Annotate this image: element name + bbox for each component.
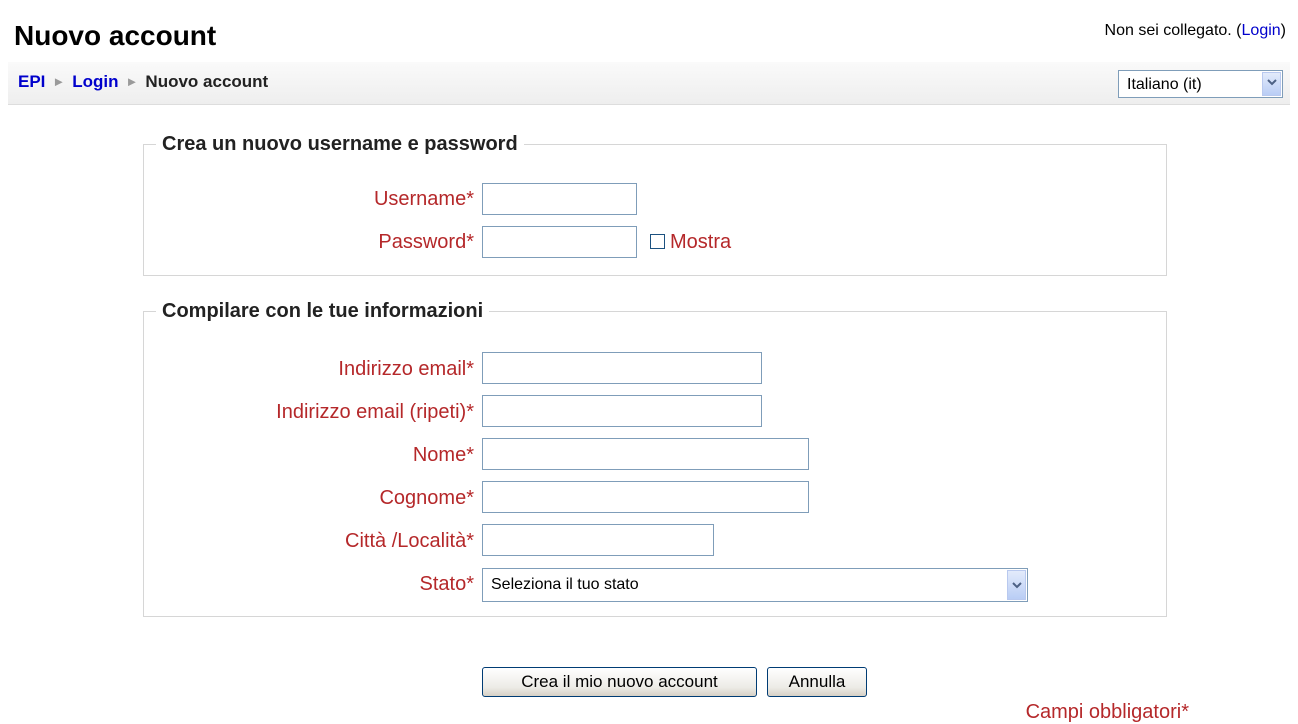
page-title: Nuovo account: [14, 20, 217, 51]
breadcrumb-login-link[interactable]: Login: [72, 72, 118, 91]
city-label: Città /Località*: [345, 530, 474, 552]
account-fieldset-legend: Crea un nuovo username e password: [162, 133, 518, 155]
cancel-button[interactable]: Annulla: [767, 667, 867, 697]
login-status-suffix: ): [1280, 22, 1286, 39]
lastname-input[interactable]: [482, 481, 809, 513]
country-select-value: Seleziona il tuo stato: [491, 576, 639, 593]
signup-page: Nuovo account Non sei collegato. (Login)…: [0, 0, 1298, 724]
city-input[interactable]: [482, 524, 714, 556]
chevron-down-icon[interactable]: [1007, 570, 1026, 600]
breadcrumb-current: Nuovo account: [145, 72, 269, 91]
country-label: Stato*: [419, 573, 474, 595]
email-input[interactable]: [482, 352, 762, 384]
login-link[interactable]: Login: [1242, 22, 1281, 39]
breadcrumb-separator-icon: ►: [125, 74, 139, 89]
navbar: EPI ► Login ► Nuovo account Italiano (it): [8, 62, 1290, 105]
account-fieldset: Crea un nuovo username e password: [143, 132, 1167, 276]
breadcrumb-home-link[interactable]: EPI: [18, 72, 45, 91]
chevron-down-icon[interactable]: [1262, 72, 1281, 96]
info-fieldset-legend: Compilare con le tue informazioni: [162, 300, 484, 322]
username-label: Username*: [373, 188, 474, 210]
breadcrumb-separator-icon: ►: [52, 74, 66, 89]
password-input[interactable]: [482, 226, 637, 258]
firstname-input[interactable]: [482, 438, 809, 470]
firstname-label: Nome*: [412, 444, 474, 466]
password-label: Password*: [378, 231, 474, 253]
breadcrumb: EPI ► Login ► Nuovo account: [18, 72, 268, 93]
language-select[interactable]: Italiano (it): [1118, 70, 1283, 98]
country-select[interactable]: Seleziona il tuo stato: [482, 568, 1028, 602]
login-status: Non sei collegato. (Login): [1105, 20, 1286, 42]
create-account-button[interactable]: Crea il mio nuovo account: [482, 667, 757, 697]
email-label: Indirizzo email*: [338, 358, 474, 380]
show-password-checkbox[interactable]: [650, 234, 665, 249]
required-fields-note: Campi obbligatori*: [1025, 701, 1189, 723]
email-repeat-input[interactable]: [482, 395, 762, 427]
email-repeat-label: Indirizzo email (ripeti)*: [276, 401, 474, 423]
lastname-label: Cognome*: [379, 487, 474, 509]
username-input[interactable]: [482, 183, 637, 215]
language-select-value: Italiano (it): [1127, 76, 1202, 93]
login-status-text: Non sei collegato. (: [1104, 22, 1242, 39]
show-password-label: Mostra: [670, 231, 732, 253]
